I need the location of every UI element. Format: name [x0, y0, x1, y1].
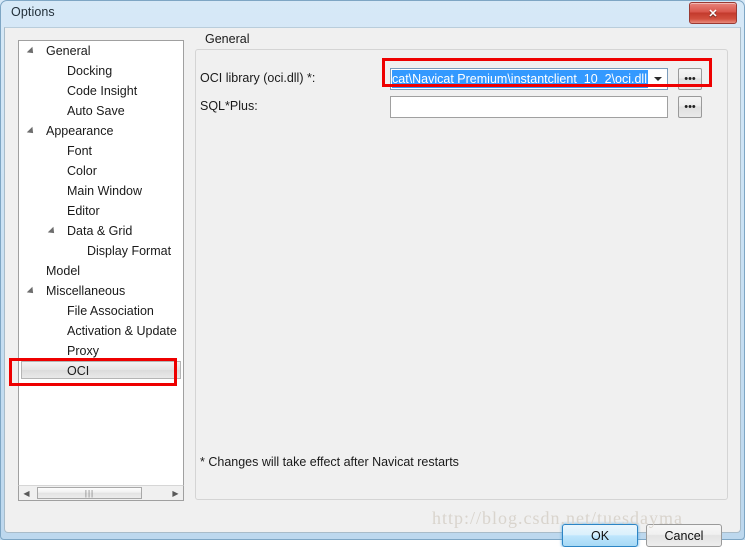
tree-item-label: General	[46, 44, 91, 58]
tree-item-model[interactable]: Model	[19, 261, 183, 281]
scrollbar-grip-icon: |||	[84, 489, 95, 498]
dialog-client-area: General Docking Code Insight Auto Save Appea…	[4, 27, 741, 547]
tree-item-appearance[interactable]: Appearance	[19, 121, 183, 141]
restart-notice: * Changes will take effect after Navicat…	[200, 455, 459, 469]
oci-library-combobox[interactable]: avicat\Navicat Premium\instantclient_10_…	[390, 68, 668, 90]
tree-item-color[interactable]: Color	[19, 161, 183, 181]
oci-library-input[interactable]: avicat\Navicat Premium\instantclient_10_…	[392, 70, 648, 88]
expander-triangle-icon[interactable]	[26, 126, 36, 136]
options-tree[interactable]: General Docking Code Insight Auto Save Appea…	[18, 40, 184, 500]
tree-item-label: OCI	[67, 364, 90, 378]
tree-item-editor[interactable]: Editor	[19, 201, 183, 221]
tree-item-data-grid[interactable]: Data & Grid	[19, 221, 183, 241]
tree-item-label: Appearance	[46, 124, 114, 138]
tree-item-label: Code Insight	[67, 84, 138, 98]
tree-item-proxy[interactable]: Proxy	[19, 341, 183, 361]
tree-item-miscellaneous[interactable]: Miscellaneous	[19, 281, 183, 301]
expander-triangle-icon[interactable]	[47, 226, 57, 236]
sqlplus-browse-button[interactable]: •••	[678, 96, 702, 118]
tree-item-label: Miscellaneous	[46, 284, 126, 298]
tree-item-label: Editor	[67, 204, 100, 218]
tree-item-label: Proxy	[67, 344, 99, 358]
chevron-down-icon[interactable]	[649, 69, 667, 89]
tree-item-code-insight[interactable]: Code Insight	[19, 81, 183, 101]
group-box-title: General	[201, 32, 254, 46]
options-dialog-window: Options ✕ General Docking Code Insight Auto…	[0, 0, 745, 547]
tree-item-display-format[interactable]: Display Format	[19, 241, 183, 261]
tree-item-label: Main Window	[67, 184, 143, 198]
tree-item-label: Model	[46, 264, 81, 278]
tree-item-auto-save[interactable]: Auto Save	[19, 101, 183, 121]
tree-item-label: Color	[67, 164, 97, 178]
close-icon: ✕	[708, 7, 718, 20]
tree-horizontal-scrollbar[interactable]: ◀ ||| ▶	[18, 485, 184, 501]
oci-library-row: OCI library (oci.dll) *: avicat\Navicat …	[195, 68, 728, 92]
ok-button[interactable]: OK	[562, 524, 638, 547]
scroll-right-arrow-icon[interactable]: ▶	[168, 486, 183, 500]
expander-triangle-icon[interactable]	[26, 286, 36, 296]
window-title: Options	[11, 5, 55, 19]
tree-item-label: Data & Grid	[67, 224, 133, 238]
tree-item-label: Activation & Update	[67, 324, 177, 338]
tree-item-docking[interactable]: Docking	[19, 61, 183, 81]
tree-item-label: Display Format	[87, 244, 172, 258]
close-button[interactable]: ✕	[689, 2, 737, 24]
tree-item-main-window[interactable]: Main Window	[19, 181, 183, 201]
scroll-left-arrow-icon[interactable]: ◀	[19, 486, 34, 500]
tree-item-label: Docking	[67, 64, 113, 78]
title-bar[interactable]: Options ✕	[0, 0, 745, 27]
sqlplus-row: SQL*Plus: •••	[195, 96, 728, 120]
tree-item-label: File Association	[67, 304, 154, 318]
tree-item-label: Font	[67, 144, 93, 158]
tree-item-oci[interactable]: OCI	[21, 361, 181, 379]
oci-library-browse-button[interactable]: •••	[678, 68, 702, 90]
scrollbar-thumb[interactable]: |||	[37, 487, 142, 499]
expander-triangle-icon[interactable]	[26, 46, 36, 56]
sqlplus-input[interactable]	[390, 96, 668, 118]
sqlplus-label: SQL*Plus:	[200, 99, 258, 113]
tree-item-label: Auto Save	[67, 104, 125, 118]
settings-content-panel: General OCI library (oci.dll) *: avicat\…	[195, 32, 728, 500]
cancel-button[interactable]: Cancel	[646, 524, 722, 547]
tree-item-font[interactable]: Font	[19, 141, 183, 161]
tree-item-general[interactable]: General	[19, 41, 183, 61]
tree-item-activation-update[interactable]: Activation & Update	[19, 321, 183, 341]
oci-library-label: OCI library (oci.dll) *:	[200, 71, 316, 85]
oci-library-value: avicat\Navicat Premium\instantclient_10_…	[392, 72, 647, 86]
tree-item-file-association[interactable]: File Association	[19, 301, 183, 321]
